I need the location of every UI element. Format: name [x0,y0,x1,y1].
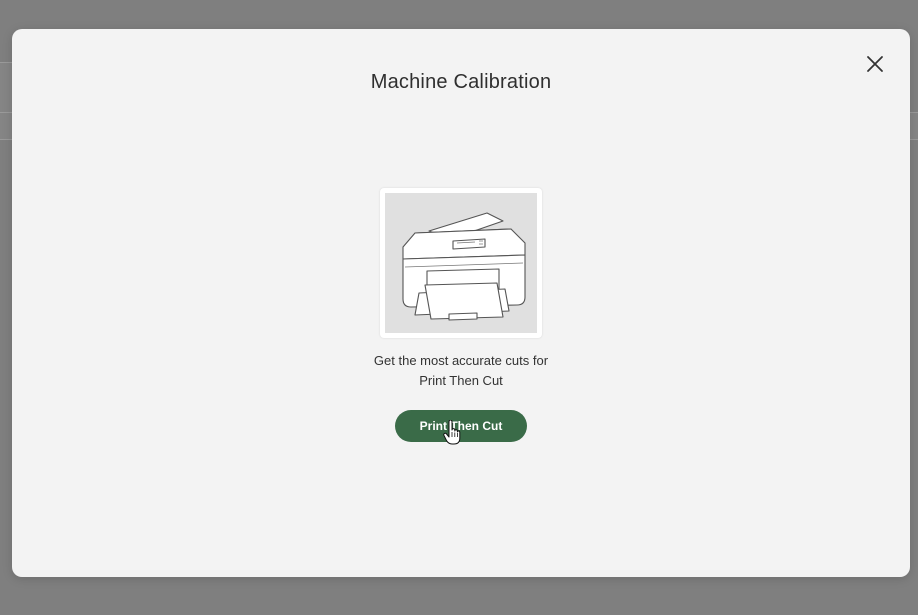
calibration-description: Get the most accurate cuts for Print The… [12,351,910,391]
printer-illustration [385,193,537,333]
close-button[interactable] [866,55,884,73]
description-line: Get the most accurate cuts for [373,353,549,368]
close-icon [867,56,883,72]
background-divider [0,112,12,113]
modal-title: Machine Calibration [370,71,552,93]
calibration-modal: Machine Calibration Get the most accurat… [12,29,910,577]
printer-icon [402,212,526,321]
background-panel-fragment [0,62,12,140]
printer-illustration-card [380,188,542,338]
background-panel-fragment [910,112,918,140]
print-then-cut-button[interactable]: Print Then Cut [395,410,527,442]
description-line: Print Then Cut [419,373,503,388]
